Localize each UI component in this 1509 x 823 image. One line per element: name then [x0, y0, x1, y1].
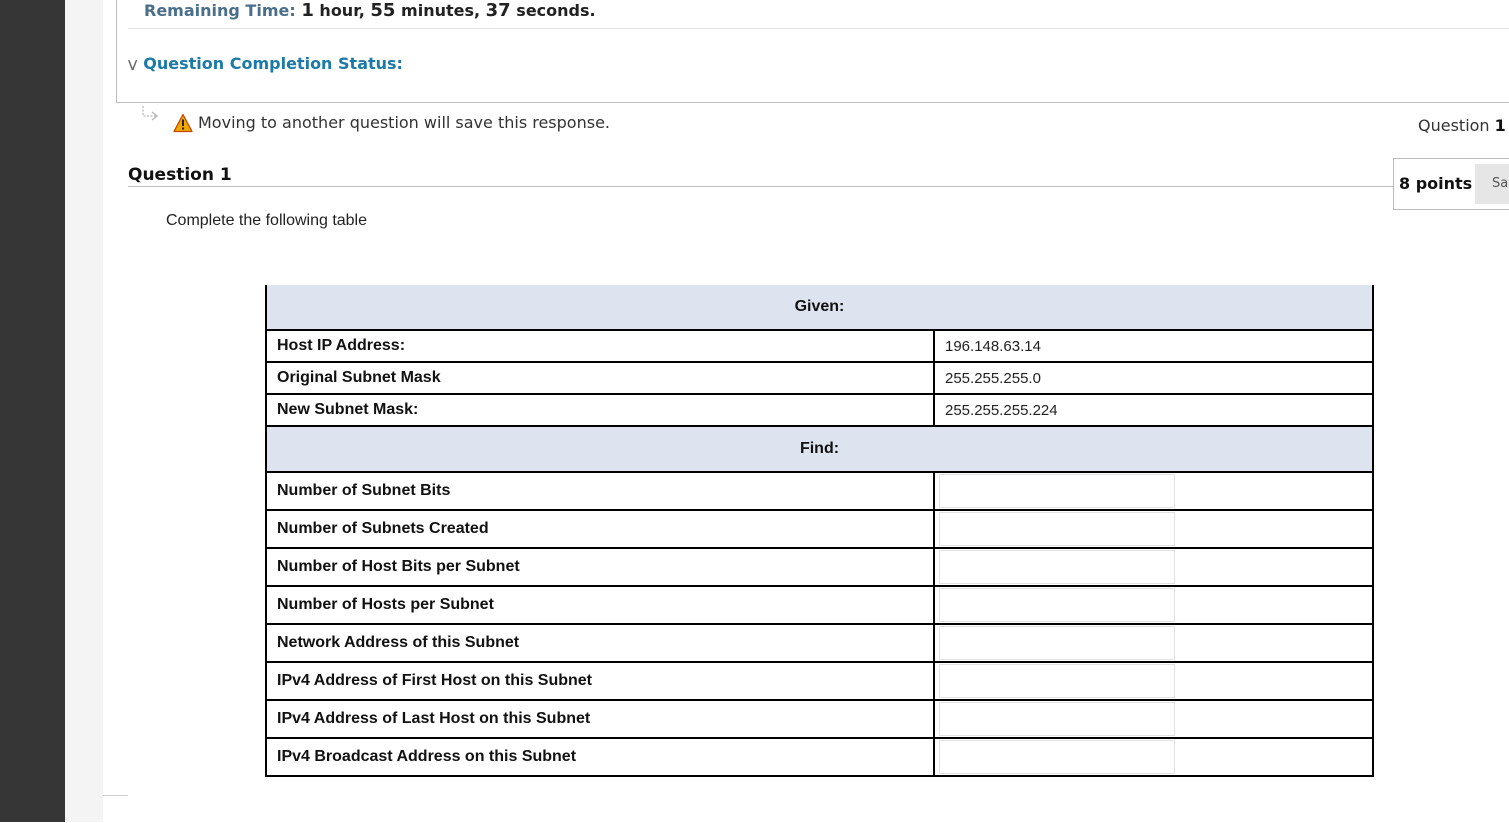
find-label: Network Address of this Subnet [265, 623, 935, 663]
table-row: New Subnet Mask: 255.255.255.224 [265, 393, 1374, 427]
remaining-time: Remaining Time: 1 hour, 55 minutes, 37 s… [144, 0, 596, 21]
question-nav-prefix: Question [1418, 116, 1490, 135]
find-label: Number of Subnet Bits [265, 471, 935, 511]
answer-cell [933, 661, 1374, 701]
answer-cell [933, 547, 1374, 587]
timer-seconds-word: seconds. [516, 1, 596, 20]
table-row: IPv4 Address of Last Host on this Subnet [265, 699, 1374, 739]
find-label: Number of Hosts per Subnet [265, 585, 935, 625]
panel-edge [103, 795, 128, 823]
find-header-row: Find: [265, 426, 1374, 473]
left-rail [0, 0, 65, 822]
table-row: IPv4 Broadcast Address on this Subnet [265, 737, 1374, 777]
given-value: 196.148.63.14 [933, 329, 1374, 363]
timer-seconds: 37 [485, 0, 511, 21]
table-row: Number of Hosts per Subnet [265, 585, 1374, 625]
answer-cell [933, 623, 1374, 663]
question-divider [128, 186, 1394, 187]
answer-cell [933, 699, 1374, 739]
subnet-table: Given: Host IP Address: 196.148.63.14 Or… [265, 285, 1374, 777]
table-row: Number of Host Bits per Subnet [265, 547, 1374, 587]
given-label: New Subnet Mask: [265, 393, 935, 427]
divider [128, 28, 1509, 29]
given-value: 255.255.255.224 [933, 393, 1374, 427]
table-row: Original Subnet Mask 255.255.255.0 [265, 361, 1374, 395]
table-row: IPv4 Address of First Host on this Subne… [265, 661, 1374, 701]
question-navigation: Question 1 c [1418, 116, 1509, 135]
timer-hours: 1 [301, 0, 314, 21]
given-header-row: Given: [265, 285, 1374, 331]
find-label: Number of Subnets Created [265, 509, 935, 549]
first-host-answer-input[interactable] [939, 664, 1175, 698]
save-answer-button[interactable]: Sa [1475, 164, 1509, 204]
given-header: Given: [265, 285, 1374, 331]
answer-cell [933, 737, 1374, 777]
find-label: IPv4 Address of First Host on this Subne… [265, 661, 935, 701]
question-title: Question 1 [128, 165, 232, 185]
timer-hour-word: hour, [319, 1, 365, 20]
hosts-per-subnet-answer-input[interactable] [939, 588, 1175, 622]
find-label: IPv4 Address of Last Host on this Subnet [265, 699, 935, 739]
find-header: Find: [265, 426, 1374, 473]
subnet-bits-answer-input[interactable] [939, 474, 1175, 508]
last-host-answer-input[interactable] [939, 702, 1175, 736]
find-label: IPv4 Broadcast Address on this Subnet [265, 737, 935, 777]
given-label: Host IP Address: [265, 329, 935, 363]
given-label: Original Subnet Mask [265, 361, 935, 395]
network-address-answer-input[interactable] [939, 626, 1175, 660]
completion-status-label: Question Completion Status: [143, 54, 403, 73]
answer-cell [933, 471, 1374, 511]
warning-triangle-icon [173, 113, 193, 133]
table-row: Number of Subnet Bits [265, 471, 1374, 511]
return-arrow-icon [142, 106, 159, 121]
timer-minutes: 55 [370, 0, 396, 21]
save-warning-text: Moving to another question will save thi… [198, 113, 610, 132]
question-instruction: Complete the following table [166, 212, 368, 229]
table-row: Host IP Address: 196.148.63.14 [265, 329, 1374, 363]
answer-cell [933, 585, 1374, 625]
question-nav-number: 1 [1494, 116, 1506, 135]
content-gutter [65, 0, 103, 822]
chevron-double-down-icon: ⋁ [128, 58, 138, 71]
find-label: Number of Host Bits per Subnet [265, 547, 935, 587]
question-completion-status-toggle[interactable]: ⋁ Question Completion Status: [128, 54, 403, 73]
remaining-time-label: Remaining Time: [144, 1, 296, 20]
host-bits-answer-input[interactable] [939, 550, 1175, 584]
subnets-created-answer-input[interactable] [939, 512, 1175, 546]
timer-minutes-word: minutes, [401, 1, 481, 20]
question-points: 8 points [1399, 174, 1473, 193]
answer-cell [933, 509, 1374, 549]
broadcast-address-answer-input[interactable] [939, 740, 1175, 774]
table-row: Number of Subnets Created [265, 509, 1374, 549]
given-value: 255.255.255.0 [933, 361, 1374, 395]
table-row: Network Address of this Subnet [265, 623, 1374, 663]
